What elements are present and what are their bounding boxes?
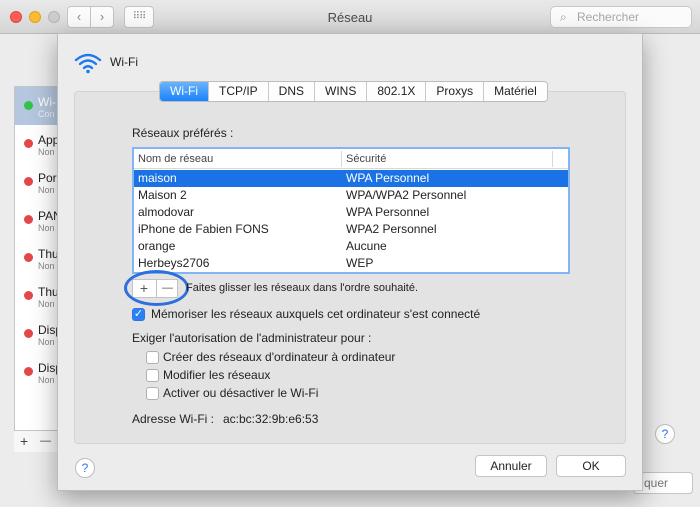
- security-cell: Aucune: [346, 239, 387, 253]
- sidebar-item-label: Wi-: [38, 95, 56, 109]
- help-button[interactable]: ?: [75, 458, 95, 478]
- sheet-title: Wi-Fi: [110, 55, 138, 69]
- network-services-list: Wi- Con App Non Por Non PAN Non Thu Non Thu Non Disp…: [14, 86, 60, 452]
- add-service-button[interactable]: +: [20, 433, 28, 449]
- ok-button[interactable]: OK: [556, 455, 626, 477]
- sidebar-item[interactable]: PAN Non: [15, 201, 59, 239]
- sidebar-item[interactable]: Disp Non: [15, 315, 59, 353]
- security-cell: WPA Personnel: [346, 205, 430, 219]
- table-row[interactable]: almodovar WPA Personnel: [134, 204, 568, 221]
- table-header: Nom de réseau Sécurité: [134, 149, 568, 169]
- status-dot-icon: [24, 177, 33, 186]
- wifi-address-label: Adresse Wi-Fi :: [132, 412, 215, 426]
- sidebar-item[interactable]: Wi- Con: [15, 87, 59, 125]
- remember-networks-checkbox[interactable]: ✓: [132, 308, 145, 321]
- sidebar-item-status: Con: [38, 109, 55, 119]
- sidebar-item-label: Thu: [38, 247, 59, 261]
- modify-networks-checkbox[interactable]: [146, 369, 159, 382]
- sidebar-item[interactable]: Por Non: [15, 163, 59, 201]
- column-divider: [552, 151, 553, 167]
- table-row[interactable]: Maison 2 WPA/WPA2 Personnel: [134, 187, 568, 204]
- preferred-networks-table[interactable]: Nom de réseau Sécurité maison WPA Personn…: [132, 147, 570, 274]
- security-cell: WPA2 Personnel: [346, 222, 437, 236]
- highlight-annotation: [124, 270, 189, 306]
- tab-802-1x[interactable]: 802.1X: [366, 82, 426, 101]
- tab-wi-fi[interactable]: Wi-Fi: [160, 82, 208, 101]
- create-computer-networks-checkbox[interactable]: [146, 351, 159, 364]
- remember-networks-label: Mémoriser les réseaux auxquels cet ordin…: [151, 307, 481, 321]
- wifi-icon: [74, 52, 102, 77]
- preferred-networks-label: Réseaux préférés :: [132, 126, 234, 140]
- table-row[interactable]: iPhone de Fabien FONS WPA2 Personnel: [134, 221, 568, 238]
- window-titlebar: ‹ › ⠿⠿ Réseau ⌕ Rechercher: [0, 0, 700, 34]
- status-dot-icon: [24, 329, 33, 338]
- toggle-wifi-label: Activer ou désactiver le Wi-Fi: [163, 386, 319, 400]
- tab-bar: Wi-Fi TCP/IP DNS WINS 802.1X Proxys Matériel: [159, 81, 548, 102]
- sidebar-item-status: Non: [38, 337, 55, 347]
- status-dot-icon: [24, 253, 33, 262]
- sidebar-item-status: Non: [38, 185, 55, 195]
- wifi-address-value: ac:bc:32:9b:e6:53: [223, 412, 319, 426]
- network-name-cell: orange: [138, 239, 176, 253]
- sidebar-item[interactable]: Thu Non: [15, 277, 59, 315]
- network-name-cell: Maison 2: [138, 188, 187, 202]
- table-row[interactable]: orange Aucune: [134, 238, 568, 255]
- status-dot-icon: [24, 367, 33, 376]
- sidebar-item-label: Por: [38, 171, 57, 185]
- sidebar-item-status: Non: [38, 147, 55, 157]
- status-dot-icon: [24, 291, 33, 300]
- sidebar-item[interactable]: App Non: [15, 125, 59, 163]
- network-name-cell: almodovar: [138, 205, 195, 219]
- sidebar-item-status: Non: [38, 375, 55, 385]
- table-row[interactable]: Herbeys2706 WEP: [134, 255, 568, 272]
- sidebar-item-status: Non: [38, 299, 55, 309]
- toggle-wifi-checkbox[interactable]: [146, 387, 159, 400]
- tab-mat-riel[interactable]: Matériel: [483, 82, 547, 101]
- network-name-cell: iPhone de Fabien FONS: [138, 222, 269, 236]
- drag-hint: Faites glisser les réseaux dans l'ordre …: [186, 282, 418, 294]
- security-cell: WPA/WPA2 Personnel: [346, 188, 467, 202]
- security-cell: WPA Personnel: [346, 171, 430, 185]
- admin-required-label: Exiger l'autorisation de l'administrateu…: [132, 331, 372, 345]
- column-header-security[interactable]: Sécurité: [346, 153, 386, 165]
- tab-tcp-ip[interactable]: TCP/IP: [207, 82, 268, 101]
- search-input[interactable]: ⌕ Rechercher: [550, 6, 692, 28]
- status-dot-icon: [24, 139, 33, 148]
- sidebar-item[interactable]: Thu Non: [15, 239, 59, 277]
- column-divider: [341, 151, 342, 167]
- column-header-name[interactable]: Nom de réseau: [138, 153, 213, 165]
- search-placeholder: Rechercher: [577, 10, 640, 24]
- sidebar-item-status: Non: [38, 261, 55, 271]
- remove-service-button[interactable]: —: [40, 435, 51, 447]
- create-computer-networks-label: Créer des réseaux d'ordinateur à ordinat…: [163, 350, 396, 364]
- cancel-button[interactable]: Annuler: [475, 455, 547, 477]
- sidebar-controls: + —: [14, 430, 60, 452]
- tab-proxys[interactable]: Proxys: [425, 82, 484, 101]
- network-name-cell: maison: [138, 171, 177, 185]
- status-dot-icon: [24, 101, 33, 110]
- tab-wins[interactable]: WINS: [314, 82, 367, 101]
- sidebar-item-status: Non: [38, 223, 55, 233]
- search-icon: ⌕: [560, 10, 567, 24]
- table-row[interactable]: maison WPA Personnel: [134, 170, 568, 187]
- sidebar-item-label: Thu: [38, 285, 59, 299]
- tab-dns[interactable]: DNS: [267, 82, 314, 101]
- sidebar-item[interactable]: Disp Non: [15, 353, 59, 391]
- modify-networks-label: Modifier les réseaux: [163, 368, 271, 382]
- status-dot-icon: [24, 215, 33, 224]
- security-cell: WEP: [346, 256, 374, 270]
- background-help-button[interactable]: ?: [655, 424, 675, 444]
- wifi-advanced-sheet: Wi-Fi Wi-Fi TCP/IP DNS WINS 802.1X Proxys Maté…: [57, 33, 643, 491]
